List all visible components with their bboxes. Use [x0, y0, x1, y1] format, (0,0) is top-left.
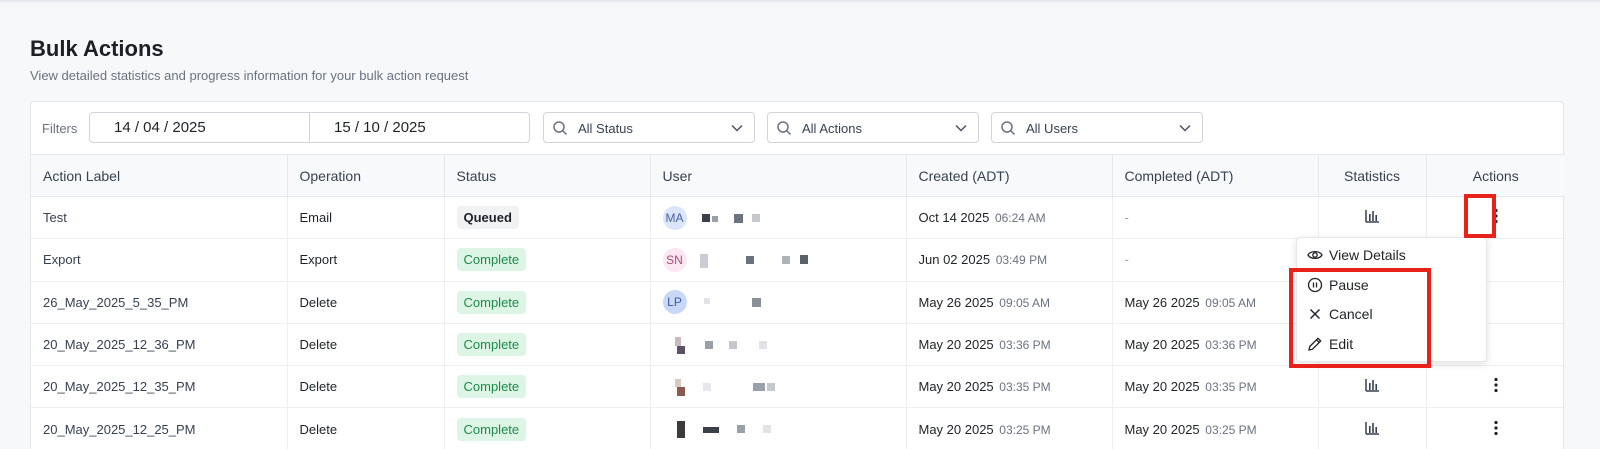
- column-header-operation[interactable]: Operation: [286, 154, 444, 197]
- search-icon: [1001, 121, 1016, 136]
- table-row[interactable]: 20_May_2025_12_25_PM Delete Complete May…: [31, 407, 1565, 449]
- operation-cell: Delete: [286, 365, 444, 409]
- status-badge: Complete: [456, 290, 527, 314]
- users-filter-value: All Users: [1026, 121, 1079, 136]
- page-title: Bulk Actions: [30, 36, 164, 61]
- table-row[interactable]: 20_May_2025_12_35_PM Delete Complete May…: [31, 365, 1565, 409]
- highlight-kebab-box: [1464, 194, 1496, 238]
- operation-cell: Export: [286, 238, 444, 282]
- redacted-username: [704, 298, 762, 308]
- column-header-user[interactable]: User: [649, 154, 906, 197]
- chevron-down-icon: [731, 124, 743, 132]
- status-badge: Queued: [456, 206, 519, 230]
- actions-cell[interactable]: [1425, 407, 1565, 449]
- created-cell: May 20 2025 03:36 PM: [905, 323, 1112, 367]
- action-label-cell: 26_May_2025_5_35_PM: [31, 281, 287, 324]
- redacted-username: [702, 213, 761, 223]
- column-header-created[interactable]: Created (ADT): [905, 154, 1112, 197]
- completed-cell: -: [1111, 238, 1318, 282]
- operation-cell: Email: [286, 196, 444, 240]
- page-subtitle: View detailed statistics and progress in…: [30, 68, 469, 83]
- search-icon: [777, 121, 792, 136]
- created-cell: Oct 14 2025 06:24 AM: [905, 196, 1112, 240]
- created-cell: May 20 2025 03:35 PM: [905, 365, 1112, 409]
- date-to-input[interactable]: 15 / 10 / 2025: [309, 113, 529, 142]
- bar-chart-icon[interactable]: [1364, 377, 1380, 393]
- status-badge: Complete: [456, 248, 527, 272]
- kebab-menu-icon[interactable]: [1493, 420, 1499, 436]
- status-cell: Complete: [443, 365, 650, 409]
- created-cell: May 26 2025 09:05 AM: [905, 281, 1112, 324]
- statistics-cell[interactable]: [1317, 407, 1426, 449]
- avatar: MA: [662, 205, 687, 230]
- created-cell: Jun 02 2025 03:49 PM: [905, 238, 1112, 282]
- table-header-row: Action Label Operation Status User Creat…: [31, 154, 1565, 197]
- chevron-down-icon: [1179, 124, 1191, 132]
- action-label-cell: 20_May_2025_12_35_PM: [31, 365, 287, 409]
- status-cell: Complete: [443, 238, 650, 282]
- bar-chart-icon[interactable]: [1364, 420, 1380, 436]
- completed-cell: May 20 2025 03:25 PM: [1111, 407, 1318, 449]
- completed-cell: May 20 2025 03:35 PM: [1111, 365, 1318, 409]
- redacted-username: [700, 253, 809, 268]
- actions-filter-select[interactable]: All Actions: [767, 112, 979, 143]
- highlight-menu-items-box: [1289, 268, 1431, 368]
- statistics-cell[interactable]: [1317, 196, 1426, 240]
- avatar: LP: [662, 290, 687, 315]
- user-cell: [649, 407, 906, 449]
- operation-cell: Delete: [286, 281, 444, 324]
- column-header-completed[interactable]: Completed (ADT): [1111, 154, 1318, 197]
- chevron-down-icon: [955, 124, 967, 132]
- actions-cell[interactable]: [1425, 365, 1565, 409]
- completed-cell: May 20 2025 03:36 PM: [1111, 323, 1318, 367]
- action-label-cell: Export: [31, 238, 287, 282]
- created-cell: May 20 2025 03:25 PM: [905, 407, 1112, 449]
- operation-cell: Delete: [286, 323, 444, 367]
- completed-cell: May 26 2025 09:05 AM: [1111, 281, 1318, 324]
- statistics-cell[interactable]: [1317, 365, 1426, 409]
- eye-icon: [1307, 250, 1323, 260]
- status-cell: Complete: [443, 323, 650, 367]
- redacted-username: [674, 378, 775, 396]
- menu-item-label: View Details: [1329, 247, 1406, 263]
- status-badge: Complete: [456, 417, 527, 441]
- filters-bar: Filters 14 / 04 / 2025 15 / 10 / 2025 Al…: [31, 102, 1563, 154]
- operation-cell: Delete: [286, 407, 444, 449]
- user-cell: LP: [649, 281, 906, 324]
- user-cell: MA: [649, 196, 906, 240]
- user-cell: SN: [649, 238, 906, 282]
- user-cell: [649, 365, 906, 409]
- column-header-statistics: Statistics: [1317, 154, 1426, 197]
- status-cell: Complete: [443, 281, 650, 324]
- completed-cell: -: [1111, 196, 1318, 240]
- column-header-action-label[interactable]: Action Label: [31, 154, 287, 197]
- bar-chart-icon[interactable]: [1364, 208, 1380, 224]
- date-range-picker[interactable]: 14 / 04 / 2025 15 / 10 / 2025: [89, 112, 530, 143]
- status-cell: Complete: [443, 407, 650, 449]
- avatar: SN: [662, 247, 687, 272]
- actions-filter-value: All Actions: [802, 121, 862, 136]
- date-from-input[interactable]: 14 / 04 / 2025: [90, 113, 309, 142]
- column-header-status[interactable]: Status: [443, 154, 650, 197]
- action-label-cell: Test: [31, 196, 287, 240]
- menu-item-view-details[interactable]: View Details: [1307, 247, 1406, 263]
- status-filter-select[interactable]: All Status: [543, 112, 755, 143]
- search-icon: [553, 121, 568, 136]
- user-cell: [649, 323, 906, 367]
- top-shadow: [0, 0, 1600, 4]
- users-filter-select[interactable]: All Users: [991, 112, 1203, 143]
- action-label-cell: 20_May_2025_12_36_PM: [31, 323, 287, 367]
- table-row[interactable]: Test Email Queued MA Oct 14 2025 06:24 A…: [31, 196, 1565, 240]
- column-header-actions: Actions: [1425, 154, 1565, 197]
- status-badge: Complete: [456, 333, 527, 357]
- status-cell: Queued: [443, 196, 650, 240]
- redacted-username: [674, 336, 767, 354]
- filters-label: Filters: [42, 121, 78, 136]
- status-badge: Complete: [456, 375, 527, 399]
- action-label-cell: 20_May_2025_12_25_PM: [31, 407, 287, 449]
- kebab-menu-icon[interactable]: [1493, 377, 1499, 393]
- status-filter-value: All Status: [578, 121, 633, 136]
- redacted-username: [676, 421, 771, 439]
